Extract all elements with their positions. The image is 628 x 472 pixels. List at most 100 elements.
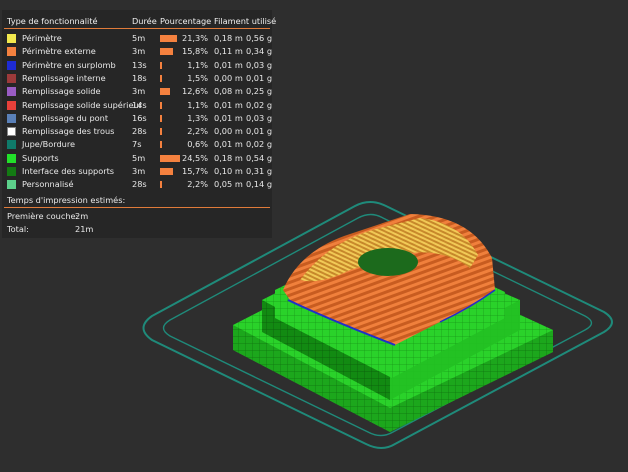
feature-percentage: 21,3% (181, 33, 208, 43)
filament-weight: 0,54 g (246, 152, 273, 163)
color-swatch (7, 113, 16, 123)
percentage-bar (160, 141, 162, 149)
filament-length: 0,18 m (214, 152, 243, 163)
estimates-separator (4, 207, 270, 208)
feature-label: Périmètre externe (22, 46, 96, 57)
filament-weight: 0,56 g (246, 33, 273, 43)
feature-duration: 13s (132, 59, 147, 70)
color-swatch (7, 34, 16, 43)
first-layer-value: 2m (75, 211, 89, 221)
color-swatch (7, 153, 16, 163)
total-label: Total: (7, 224, 29, 234)
legend-row[interactable]: Remplissage du pont 16s 1,3% 0,01 m 0,03 g (2, 112, 272, 125)
feature-duration: 7s (132, 139, 142, 150)
color-swatch (7, 167, 16, 176)
legend-row[interactable]: Interface des supports 3m 15,7% 0,10 m 0,31 … (2, 165, 272, 178)
feature-percentage: 15,7% (181, 166, 208, 176)
feature-percentage: 0,6% (187, 139, 208, 150)
header-feature-type: Type de fonctionnalité (7, 16, 98, 26)
filament-length: 0,05 m (214, 179, 243, 190)
legend-panel: Type de fonctionnalité Durée Pourcentage… (2, 10, 276, 238)
color-swatch (7, 180, 16, 190)
feature-duration: 14s (132, 99, 147, 110)
percentage-bar (160, 128, 162, 136)
filament-length: 0,01 m (214, 59, 243, 70)
filament-weight: 0,14 g (246, 179, 273, 190)
color-swatch (7, 100, 16, 110)
percentage-bar (160, 61, 162, 69)
filament-length: 0,01 m (214, 112, 243, 123)
filament-length: 0,00 m (214, 72, 243, 83)
filament-weight: 0,31 g (246, 166, 273, 176)
legend-row[interactable]: Remplissage des trous 28s 2,2% 0,00 m 0,01 g (2, 125, 272, 138)
legend-row[interactable]: Supports 5m 24,5% 0,18 m 0,54 g (2, 152, 272, 165)
color-swatch (7, 47, 16, 57)
percentage-bar (160, 114, 162, 122)
legend-row[interactable]: Remplissage solide supérieur 14s 1,1% 0,01 … (2, 99, 272, 112)
feature-duration: 16s (132, 112, 147, 123)
filament-weight: 0,02 g (246, 139, 273, 150)
total-estimate: Total: 21m (7, 224, 93, 234)
legend-row[interactable]: Remplissage interne 18s 1,5% 0,00 m 0,01 g (2, 72, 272, 85)
feature-label: Remplissage des trous (22, 126, 115, 137)
feature-label: Remplissage solide supérieur (22, 99, 143, 110)
filament-weight: 0,01 g (246, 72, 273, 83)
filament-weight: 0,25 g (246, 86, 273, 97)
feature-label: Périmètre en surplomb (22, 59, 116, 70)
percentage-bar (160, 88, 171, 96)
feature-percentage: 1,3% (187, 112, 208, 123)
feature-percentage: 12,6% (181, 86, 208, 97)
filament-length: 0,18 m (214, 33, 243, 43)
percentage-bar (160, 48, 173, 56)
header-duration: Durée (132, 16, 157, 26)
feature-percentage: 2,2% (187, 126, 208, 137)
feature-duration: 18s (132, 72, 147, 83)
feature-label: Supports (22, 152, 59, 163)
feature-percentage: 2,2% (187, 179, 208, 190)
filament-weight: 0,02 g (246, 99, 273, 110)
legend-row[interactable]: Périmètre 5m 21,3% 0,18 m 0,56 g (2, 32, 272, 45)
filament-length: 0,10 m (214, 166, 243, 176)
feature-label: Périmètre (22, 33, 62, 43)
color-swatch (7, 60, 16, 70)
feature-label: Jupe/Bordure (22, 139, 76, 150)
feature-percentage: 1,5% (187, 72, 208, 83)
header-filament-used: Filament utilisé (214, 16, 277, 26)
filament-weight: 0,01 g (246, 126, 273, 137)
feature-percentage: 1,1% (187, 59, 208, 70)
filament-weight: 0,03 g (246, 59, 273, 70)
feature-duration: 3m (132, 46, 146, 57)
color-swatch (7, 87, 16, 97)
filament-length: 0,11 m (214, 46, 243, 57)
legend-row[interactable]: Périmètre en surplomb 13s 1,1% 0,01 m 0,03 g (2, 59, 272, 72)
feature-label: Remplissage interne (22, 72, 106, 83)
feature-label: Remplissage du pont (22, 112, 109, 123)
feature-duration: 3m (132, 166, 146, 176)
legend-row[interactable]: Jupe/Bordure 7s 0,6% 0,01 m 0,02 g (2, 138, 272, 151)
total-value: 21m (75, 224, 94, 234)
legend-row[interactable]: Périmètre externe 3m 15,8% 0,11 m 0,34 g (2, 45, 272, 58)
legend-row[interactable]: Remplissage solide 3m 12,6% 0,08 m 0,25 g (2, 85, 272, 98)
feature-duration: 3m (132, 86, 146, 97)
feature-label: Personnalisé (22, 179, 74, 190)
header-separator (4, 28, 270, 29)
percentage-bar (160, 168, 173, 175)
color-swatch (7, 127, 16, 137)
feature-percentage: 24,5% (181, 152, 208, 163)
legend-row[interactable]: Personnalisé 28s 2,2% 0,05 m 0,14 g (2, 178, 272, 191)
estimates-title: Temps d'impression estimés: (7, 195, 126, 205)
filament-weight: 0,03 g (246, 112, 273, 123)
percentage-bar (160, 181, 162, 189)
filament-length: 0,08 m (214, 86, 243, 97)
feature-duration: 5m (132, 152, 146, 163)
feature-label: Interface des supports (22, 166, 115, 176)
percentage-bar (160, 101, 162, 109)
feature-label: Remplissage solide (22, 86, 101, 97)
feature-duration: 28s (132, 179, 147, 190)
feature-duration: 5m (132, 33, 146, 43)
header-percentage: Pourcentage (160, 16, 212, 26)
color-swatch (7, 73, 16, 83)
first-layer-estimate: Première couche: 2m (7, 211, 88, 221)
filament-length: 0,01 m (214, 99, 243, 110)
filament-length: 0,00 m (214, 126, 243, 137)
